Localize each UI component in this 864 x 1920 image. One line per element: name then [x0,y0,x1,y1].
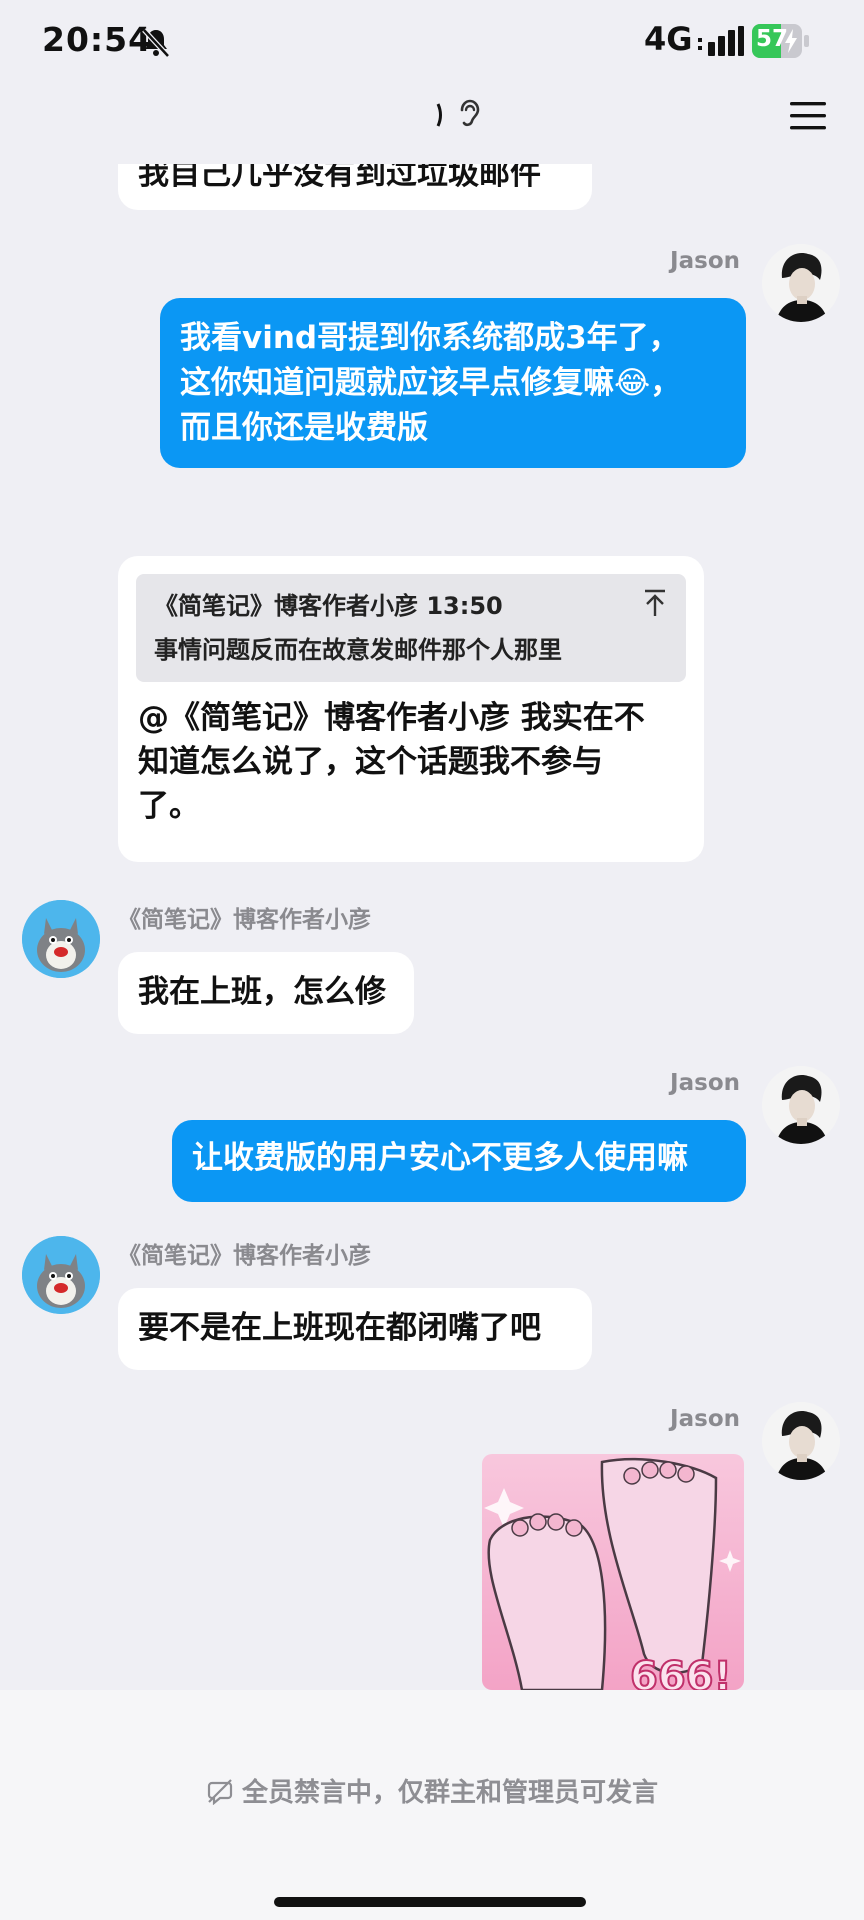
chat-messages[interactable]: 我自己几乎没有到过垃圾邮件 Jason 我看vind哥提到你系统都成3年了， 这… [0,164,864,1690]
status-bar: 20:54 4G 57 [0,0,864,80]
battery-icon: 57 [752,24,810,58]
pink-feet-sticker-icon: 666! [482,1454,744,1690]
reply-text: @《简笔记》博客作者小彦 我实在不 知道怎么说了，这个话题我不参与 了。 [138,700,645,824]
signal-icon [698,26,744,56]
xiaoyan-avatar[interactable] [22,900,100,978]
muted-icon [207,1779,233,1805]
sender-name: Jason [670,1070,740,1096]
quoted-message[interactable]: 《简笔记》博客作者小彦 13:50 事情问题反而在故意发邮件那个人那里 [136,574,686,682]
home-indicator[interactable] [274,1897,586,1907]
bell-muted-icon [142,28,170,58]
jump-to-top-icon[interactable] [642,588,668,618]
input-bar: 全员禁言中，仅群主和管理员可发言 [0,1690,864,1920]
quote-header: 《简笔记》博客作者小彦 13:50 [154,592,503,620]
chat-header [0,80,864,164]
jason-avatar[interactable] [762,1066,840,1144]
sender-name: 《简笔记》博客作者小彦 [118,907,371,933]
avatar-portrait-icon [762,1066,840,1144]
totoro-avatar-icon [22,900,100,978]
avatar-portrait-icon [762,244,840,322]
message-bubble-outgoing[interactable]: 让收费版的用户安心不更多人使用嘛 [172,1120,746,1202]
totoro-avatar-icon [22,1236,100,1314]
avatar-portrait-icon [762,1402,840,1480]
xiaoyan-avatar[interactable] [22,1236,100,1314]
message-bubble[interactable]: 我在上班，怎么修 [118,952,414,1034]
sticker-text: 666! [630,1654,732,1690]
message-bubble[interactable]: 我自己几乎没有到过垃圾邮件 [118,164,592,210]
title-fragment-icon [436,103,442,127]
sender-name: Jason [670,248,740,274]
message-bubble-outgoing[interactable]: 我看vind哥提到你系统都成3年了， 这你知道问题就应该早点修复嘛😂， 而且你还… [160,298,746,468]
status-time: 20:54 [42,20,153,59]
sticker-image[interactable]: 666! [482,1454,744,1690]
sender-name: Jason [670,1406,740,1432]
network-type: 4G [644,20,693,58]
quote-body: 事情问题反而在故意发邮件那个人那里 [154,636,562,664]
jason-avatar[interactable] [762,244,840,322]
menu-icon[interactable] [788,98,828,134]
muted-notice: 全员禁言中，仅群主和管理员可发言 [0,1772,864,1809]
jason-avatar[interactable] [762,1402,840,1480]
ear-icon[interactable] [454,96,484,130]
bolt-icon [785,29,797,53]
message-bubble[interactable]: 要不是在上班现在都闭嘴了吧 [118,1288,592,1370]
sender-name: 《简笔记》博客作者小彦 [118,1243,371,1269]
message-bubble-reply[interactable]: 《简笔记》博客作者小彦 13:50 事情问题反而在故意发邮件那个人那里 @《简笔… [118,556,704,862]
